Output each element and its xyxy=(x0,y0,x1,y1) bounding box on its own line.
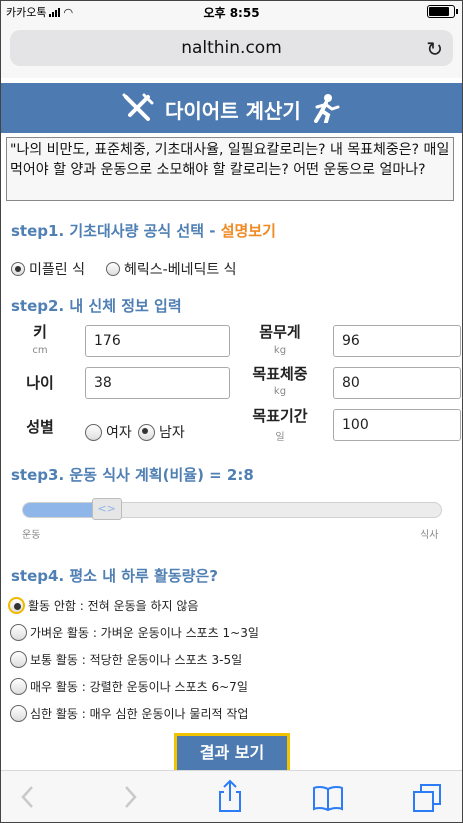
slider-right-label: 식사 xyxy=(420,530,439,541)
option-label: 남자 xyxy=(159,425,185,441)
weight-label: 몸무게 xyxy=(259,323,301,341)
status-bar: 카카오톡 ◠ 오후 8:55 xyxy=(0,0,463,22)
option-label: 심한 활동 : 매우 심한 운동이나 물리적 작업 xyxy=(30,707,249,721)
radio-button[interactable] xyxy=(10,678,27,695)
browser-toolbar xyxy=(0,770,463,823)
target-weight-unit: kg xyxy=(273,386,287,397)
step4-heading: step4. 평소 내 하루 활동량은? xyxy=(11,567,218,585)
radio-button[interactable] xyxy=(10,624,27,641)
gender-option-male[interactable]: 남자 xyxy=(138,422,185,442)
step3-heading: step3. 운동 식사 계획(비율) = 2:8 xyxy=(11,466,254,484)
step2-heading: step2. 내 신체 정보 입력 xyxy=(11,297,182,315)
radio-button[interactable] xyxy=(10,651,27,668)
formula-option-harris[interactable]: 헤릭스-베네딕트 식 xyxy=(106,259,237,279)
period-unit: 일 xyxy=(275,432,285,443)
step1-title: step1. 기초대사량 공식 선택 - xyxy=(11,222,221,240)
height-input[interactable]: 176 xyxy=(85,325,230,357)
option-label: 여자 xyxy=(106,425,132,441)
option-label: 가벼운 활동 : 가벼운 운동이나 스포츠 1~3일 xyxy=(30,626,259,640)
activity-option-very[interactable]: 매우 활동 : 강렬한 운동이나 스포츠 6~7일 xyxy=(10,678,248,695)
target-weight-input[interactable]: 80 xyxy=(333,367,461,399)
intro-text: "나의 비만도, 표준체중, 기초대사율, 일필요칼로리는? 내 목표체중은? … xyxy=(6,137,454,201)
step1-heading: step1. 기초대사량 공식 선택 - 설명보기 xyxy=(11,220,276,241)
option-label: 활동 안함 : 전혀 운동을 하지 않음 xyxy=(28,599,199,613)
activity-option-light[interactable]: 가벼운 활동 : 가벼운 운동이나 스포츠 1~3일 xyxy=(10,624,259,641)
weight-unit: kg xyxy=(273,345,287,356)
formula-option-mifflin[interactable]: 미플린 식 xyxy=(11,259,85,279)
radio-button[interactable] xyxy=(138,423,155,441)
age-input[interactable]: 38 xyxy=(85,367,230,399)
radio-button[interactable] xyxy=(106,262,120,276)
browser-chrome: nalthin.com ↻ xyxy=(0,22,463,78)
option-label: 보통 활동 : 적당한 운동이나 스포츠 3-5일 xyxy=(30,653,243,667)
back-icon[interactable] xyxy=(18,783,38,811)
option-label: 헤릭스-베네딕트 식 xyxy=(124,262,237,278)
slider-left-label: 운동 xyxy=(22,530,41,541)
activity-option-extreme[interactable]: 심한 활동 : 매우 심한 운동이나 물리적 작업 xyxy=(10,705,248,722)
explanation-link[interactable]: 설명보기 xyxy=(221,222,276,240)
share-icon[interactable] xyxy=(216,779,244,813)
forward-icon[interactable] xyxy=(120,783,140,811)
height-unit: cm xyxy=(32,345,48,356)
battery-icon xyxy=(427,5,458,18)
age-label: 나이 xyxy=(26,374,54,392)
ratio-slider[interactable]: <> xyxy=(22,498,442,520)
height-label: 키 xyxy=(33,323,47,341)
radio-button[interactable] xyxy=(8,597,25,614)
status-time: 오후 8:55 xyxy=(203,6,260,20)
runner-icon xyxy=(314,94,340,123)
weight-input[interactable]: 96 xyxy=(333,325,461,357)
header-banner: 다이어트 계산기 xyxy=(0,83,463,133)
address-bar[interactable]: nalthin.com ↻ xyxy=(10,30,453,66)
target-weight-label: 목표체중 xyxy=(252,365,308,383)
tabs-icon[interactable] xyxy=(412,783,442,813)
radio-button[interactable] xyxy=(85,423,102,441)
utensils-icon xyxy=(122,93,154,121)
slider-handle[interactable]: <> xyxy=(91,498,122,520)
radio-button[interactable] xyxy=(10,705,27,722)
page-title: 다이어트 계산기 xyxy=(165,99,301,123)
activity-option-none[interactable]: 활동 안함 : 전혀 운동을 하지 않음 xyxy=(8,597,198,614)
gender-option-female[interactable]: 여자 xyxy=(85,422,132,442)
url-text: nalthin.com xyxy=(181,38,282,58)
radio-button[interactable] xyxy=(11,262,25,276)
result-button[interactable]: 결과 보기 xyxy=(174,733,290,770)
option-label: 미플린 식 xyxy=(29,262,85,278)
period-label: 목표기간 xyxy=(252,407,308,425)
web-page: 다이어트 계산기 "나의 비만도, 표준체중, 기초대사율, 일필요칼로리는? … xyxy=(0,78,463,770)
option-label: 매우 활동 : 강렬한 운동이나 스포츠 6~7일 xyxy=(30,680,248,694)
reload-icon[interactable]: ↻ xyxy=(426,37,443,61)
activity-option-moderate[interactable]: 보통 활동 : 적당한 운동이나 스포츠 3-5일 xyxy=(10,651,242,668)
bookmarks-icon[interactable] xyxy=(312,785,344,811)
gender-label: 성별 xyxy=(26,418,54,436)
period-input[interactable]: 100 xyxy=(333,409,461,441)
